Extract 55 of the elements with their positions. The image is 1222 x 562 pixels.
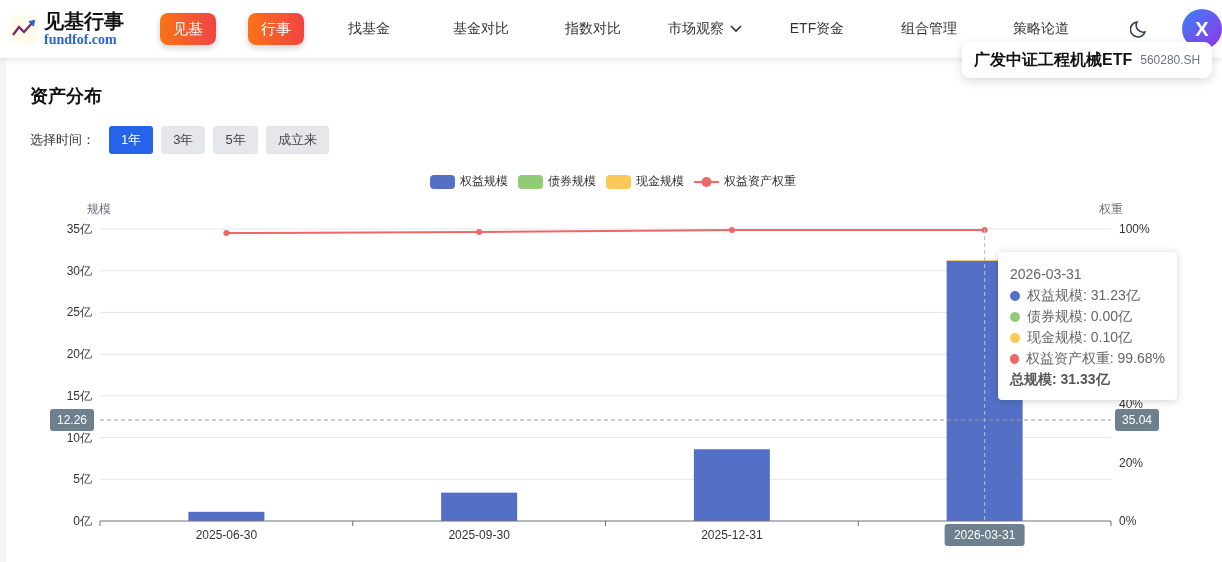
axis-label: 15亿: [66, 388, 92, 403]
nav-link[interactable]: 找基金: [313, 20, 425, 38]
nav-link[interactable]: 指数对比: [537, 20, 649, 38]
logo-url[interactable]: fundfof.com: [44, 33, 124, 47]
legend-label[interactable]: 现金规模: [636, 173, 684, 190]
nav-link[interactable]: 策略论道: [985, 20, 1097, 38]
crosshair-value-label: 35.04: [1115, 409, 1159, 431]
data-point[interactable]: [728, 226, 735, 233]
fund-name: 广发中证工程机械ETF: [974, 49, 1133, 70]
axis-label: 5亿: [73, 472, 92, 487]
avatar[interactable]: X: [1182, 9, 1222, 49]
time-option[interactable]: 3年: [161, 126, 206, 154]
nav-link[interactable]: 基金对比: [425, 20, 537, 38]
tooltip-title: 2026-03-31: [1010, 265, 1083, 284]
legend-label[interactable]: 权益规模: [460, 173, 508, 190]
legend-label[interactable]: 权益资产权重: [724, 173, 796, 190]
filter-label: 选择时间：: [30, 131, 95, 149]
nav-link[interactable]: ETF资金: [761, 20, 873, 38]
legend-label[interactable]: 债券规模: [548, 173, 596, 190]
logo-title[interactable]: 见基行事: [44, 11, 124, 31]
tooltip-item: 现金规模: 0.10亿: [1027, 328, 1133, 347]
tooltip-total: 总规模: 31.33亿: [1010, 370, 1111, 389]
logo-icon: [10, 15, 38, 43]
axis-label: 10亿: [66, 430, 92, 445]
axis-title: 规模: [87, 202, 111, 216]
tooltip-item: 权益规模: 31.23亿: [1027, 286, 1140, 305]
axis-title: 权重: [1099, 202, 1123, 216]
tooltip-item: 债券规模: 0.00亿: [1027, 307, 1133, 326]
axis-label: 35亿: [66, 222, 92, 236]
axis-label: 25亿: [66, 305, 92, 320]
chevron-down-icon: [730, 25, 742, 33]
axis-label: 2025-09-30: [448, 528, 510, 542]
axis-label: 2025-12-31: [701, 528, 763, 542]
section-title: 资产分布: [30, 85, 103, 108]
axis-label: 2026-03-31: [953, 528, 1016, 542]
axis-label: 30亿: [66, 263, 92, 278]
data-point[interactable]: [223, 230, 230, 237]
axis-label: 2025-06-30: [195, 528, 258, 542]
fund-code: 560280.SH: [1140, 53, 1201, 67]
crosshair-value-label: 12.26: [50, 409, 94, 431]
bar[interactable]: [441, 492, 518, 521]
axis-label: 0%: [1119, 514, 1137, 528]
data-point[interactable]: [981, 226, 988, 233]
bar[interactable]: [188, 511, 265, 521]
axis-label: 20亿: [66, 347, 92, 362]
time-option[interactable]: 成立来: [265, 126, 329, 154]
axis-label: 100%: [1119, 222, 1150, 236]
time-option[interactable]: 5年: [213, 126, 258, 154]
axis-label: 20%: [1119, 455, 1144, 470]
time-option[interactable]: 1年: [109, 126, 154, 154]
axis-label: 0亿: [73, 514, 92, 528]
data-point[interactable]: [476, 228, 483, 235]
tooltip-item: 权益资产权重: 99.68%: [1025, 349, 1165, 368]
nav-link[interactable]: 市场观察: [649, 20, 761, 38]
nav-link[interactable]: 组合管理: [873, 20, 985, 38]
